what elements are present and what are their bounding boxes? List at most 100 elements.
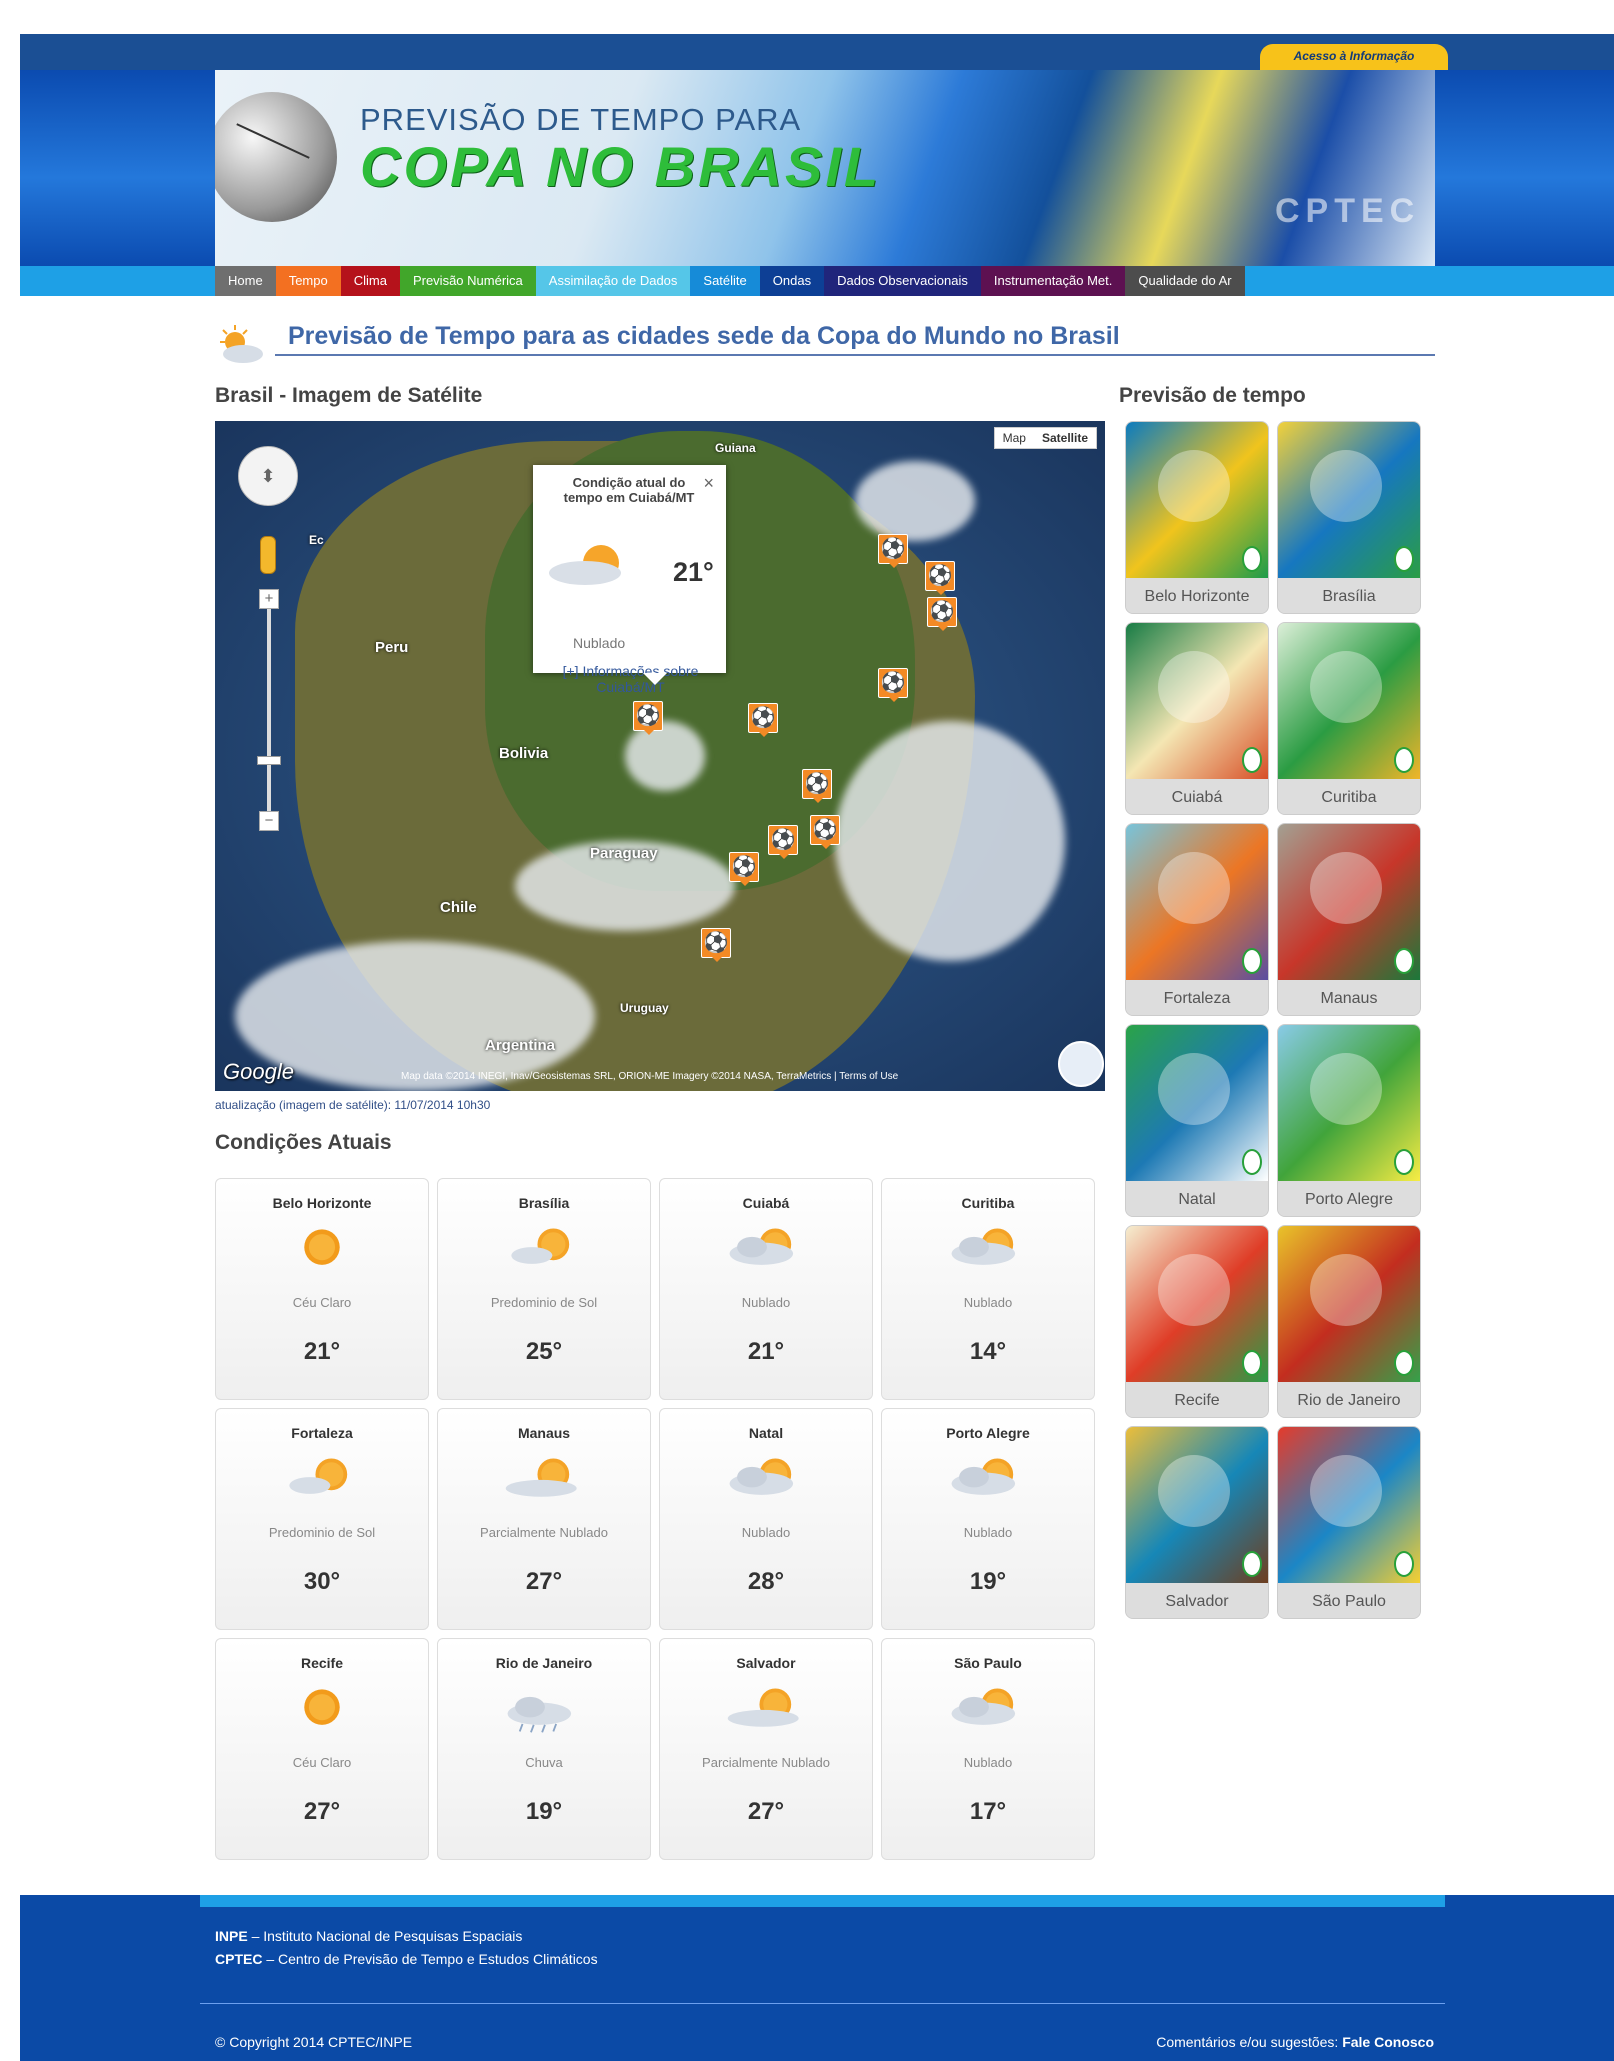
world-cup-badge-icon bbox=[1394, 1350, 1414, 1376]
forecast-city-tile[interactable]: Brasília bbox=[1277, 421, 1421, 614]
card-condition: Parcialmente Nublado bbox=[480, 1525, 608, 1540]
city-marker-icon[interactable]: ⚽ bbox=[810, 815, 840, 849]
forecast-city-tile[interactable]: Fortaleza bbox=[1125, 823, 1269, 1016]
card-city-name: Natal bbox=[748, 1425, 784, 1441]
current-condition-card: Cuiabá Nublado 21° bbox=[659, 1178, 873, 1400]
zoom-slider-track[interactable] bbox=[267, 591, 271, 821]
world-cup-badge-icon bbox=[1242, 546, 1262, 572]
city-marker-icon[interactable]: ⚽ bbox=[878, 668, 908, 702]
current-condition-card: Natal Nublado 28° bbox=[659, 1408, 873, 1630]
world-cup-badge-icon bbox=[1394, 1551, 1414, 1577]
satellite-update-time: atualização (imagem de satélite): 11/07/… bbox=[215, 1098, 491, 1112]
close-icon[interactable]: × bbox=[703, 473, 714, 494]
forecast-city-tile[interactable]: Natal bbox=[1125, 1024, 1269, 1217]
cptec-name: – Centro de Previsão de Tempo e Estudos … bbox=[262, 1951, 598, 1967]
world-cup-badge-icon bbox=[1242, 747, 1262, 773]
card-condition: Céu Claro bbox=[292, 1295, 352, 1310]
nav-item-home[interactable]: Home bbox=[215, 266, 276, 296]
nav-item-instrumenta-o-met-[interactable]: Instrumentação Met. bbox=[980, 266, 1126, 296]
map-label: Bolivia bbox=[499, 745, 549, 762]
header-title-line-2: COPA NO BRASIL bbox=[360, 135, 882, 198]
footer-contact: Comentários e/ou sugestões: Fale Conosco bbox=[1156, 2034, 1434, 2050]
footer: INPE – Instituto Nacional de Pesquisas E… bbox=[20, 1895, 1614, 2061]
city-marker-icon[interactable]: ⚽ bbox=[748, 703, 778, 737]
nav-item-previs-o-num-rica[interactable]: Previsão Numérica bbox=[399, 266, 536, 296]
forecast-city-tile[interactable]: Porto Alegre bbox=[1277, 1024, 1421, 1217]
city-marker-icon[interactable]: ⚽ bbox=[878, 534, 908, 568]
cloudy-icon bbox=[951, 1688, 1016, 1725]
city-marker-icon[interactable]: ⚽ bbox=[768, 825, 798, 859]
copyright: © Copyright 2014 CPTEC/INPE bbox=[215, 2034, 413, 2050]
street-view-icon[interactable] bbox=[260, 536, 276, 574]
header-title-line-1: PREVISÃO DE TEMPO PARA bbox=[360, 102, 802, 137]
partly-cloudy-icon bbox=[727, 1688, 799, 1727]
nav-item-dados-observacionais[interactable]: Dados Observacionais bbox=[824, 266, 981, 296]
satellite-section-title: Brasil - Imagem de Satélite bbox=[215, 384, 483, 407]
card-condition: Nublado bbox=[741, 1295, 791, 1310]
forecast-section-title: Previsão de tempo bbox=[1119, 384, 1306, 407]
card-condition: Nublado bbox=[963, 1295, 1013, 1310]
forecast-city-label: Rio de Janeiro bbox=[1278, 1382, 1420, 1417]
mostly-sunny-icon bbox=[289, 1458, 348, 1494]
nav-item-assimila-o-de-dados[interactable]: Assimilação de Dados bbox=[535, 266, 691, 296]
satellite-button[interactable]: Satellite bbox=[1034, 428, 1096, 448]
city-marker-icon[interactable]: ⚽ bbox=[633, 701, 663, 735]
forecast-city-tile[interactable]: Rio de Janeiro bbox=[1277, 1225, 1421, 1418]
card-city-name: São Paulo bbox=[954, 1655, 1022, 1671]
city-poster-image bbox=[1278, 1427, 1420, 1583]
forecast-city-tile[interactable]: Manaus bbox=[1277, 823, 1421, 1016]
cptec-abbreviation: CPTEC bbox=[215, 1951, 263, 1967]
rain-icon bbox=[507, 1696, 572, 1733]
city-marker-icon[interactable]: ⚽ bbox=[925, 561, 955, 595]
forecast-city-tile[interactable]: São Paulo bbox=[1277, 1426, 1421, 1619]
forecast-city-tile[interactable]: Belo Horizonte bbox=[1125, 421, 1269, 614]
popup-more-info-link[interactable]: [+] Informações sobre Cuiabá/MT bbox=[543, 663, 718, 695]
world-cup-badge-icon bbox=[1394, 948, 1414, 974]
map-label: Guiana bbox=[715, 441, 756, 455]
sun-icon bbox=[304, 1229, 340, 1265]
forecast-city-tile[interactable]: Cuiabá bbox=[1125, 622, 1269, 815]
pan-control[interactable]: ⬍ bbox=[238, 446, 298, 506]
access-information-link[interactable]: Acesso à Informação bbox=[1260, 44, 1448, 70]
forecast-city-tile[interactable]: Curitiba bbox=[1277, 622, 1421, 815]
nav-item-ondas[interactable]: Ondas bbox=[759, 266, 825, 296]
forecast-city-label: Brasília bbox=[1278, 578, 1420, 613]
forecast-city-grid: Belo Horizonte Brasília Cuiabá Curitiba Fort… bbox=[1125, 421, 1425, 1619]
card-condition: Nublado bbox=[963, 1755, 1013, 1770]
card-city-name: Manaus bbox=[517, 1425, 571, 1441]
zoom-in-button[interactable]: + bbox=[259, 589, 279, 609]
contact-link[interactable]: Fale Conosco bbox=[1342, 2034, 1434, 2050]
map-label: Peru bbox=[375, 639, 409, 656]
popup-title: Condição atual do tempo em Cuiabá/MT bbox=[563, 475, 695, 505]
city-marker-icon[interactable]: ⚽ bbox=[802, 769, 832, 803]
cloudy-icon bbox=[549, 545, 621, 585]
world-cup-badge-icon bbox=[1242, 1149, 1262, 1175]
current-condition-card: Curitiba Nublado 14° bbox=[881, 1178, 1095, 1400]
zoom-out-button[interactable]: − bbox=[259, 811, 279, 831]
city-marker-icon[interactable]: ⚽ bbox=[729, 852, 759, 886]
forecast-city-label: Porto Alegre bbox=[1278, 1181, 1420, 1216]
city-poster-image bbox=[1126, 422, 1268, 578]
card-temperature: 14° bbox=[969, 1338, 1007, 1365]
google-logo: Google bbox=[223, 1059, 294, 1084]
map-button[interactable]: Map bbox=[995, 428, 1034, 448]
card-city-name: Fortaleza bbox=[291, 1425, 353, 1441]
nav-item-tempo[interactable]: Tempo bbox=[275, 266, 341, 296]
world-cup-badge-icon bbox=[1394, 747, 1414, 773]
map-label: Ec bbox=[309, 533, 324, 547]
nav-item-sat-lite[interactable]: Satélite bbox=[690, 266, 760, 296]
main-navigation: Home Tempo Clima Previsão Numérica Assimilaç… bbox=[215, 266, 1245, 296]
city-poster-image bbox=[1278, 1226, 1420, 1382]
current-conditions-grid: Belo Horizonte Céu Claro 21° Brasília Predom… bbox=[215, 1178, 1095, 1860]
soccer-ball-image bbox=[215, 92, 337, 222]
zoom-slider-handle[interactable] bbox=[257, 756, 281, 765]
inpe-abbreviation: INPE bbox=[215, 1928, 248, 1944]
satellite-map[interactable]: Map Satellite ⬍ + − Peru Bolivia Paragua… bbox=[215, 421, 1105, 1091]
city-marker-icon[interactable]: ⚽ bbox=[927, 597, 957, 631]
nav-item-qualidade-do-ar[interactable]: Qualidade do Ar bbox=[1125, 266, 1245, 296]
forecast-city-tile[interactable]: Salvador bbox=[1125, 1426, 1269, 1619]
forecast-city-label: Natal bbox=[1126, 1181, 1268, 1216]
nav-item-clima[interactable]: Clima bbox=[340, 266, 400, 296]
city-marker-icon[interactable]: ⚽ bbox=[701, 928, 731, 962]
forecast-city-tile[interactable]: Recife bbox=[1125, 1225, 1269, 1418]
